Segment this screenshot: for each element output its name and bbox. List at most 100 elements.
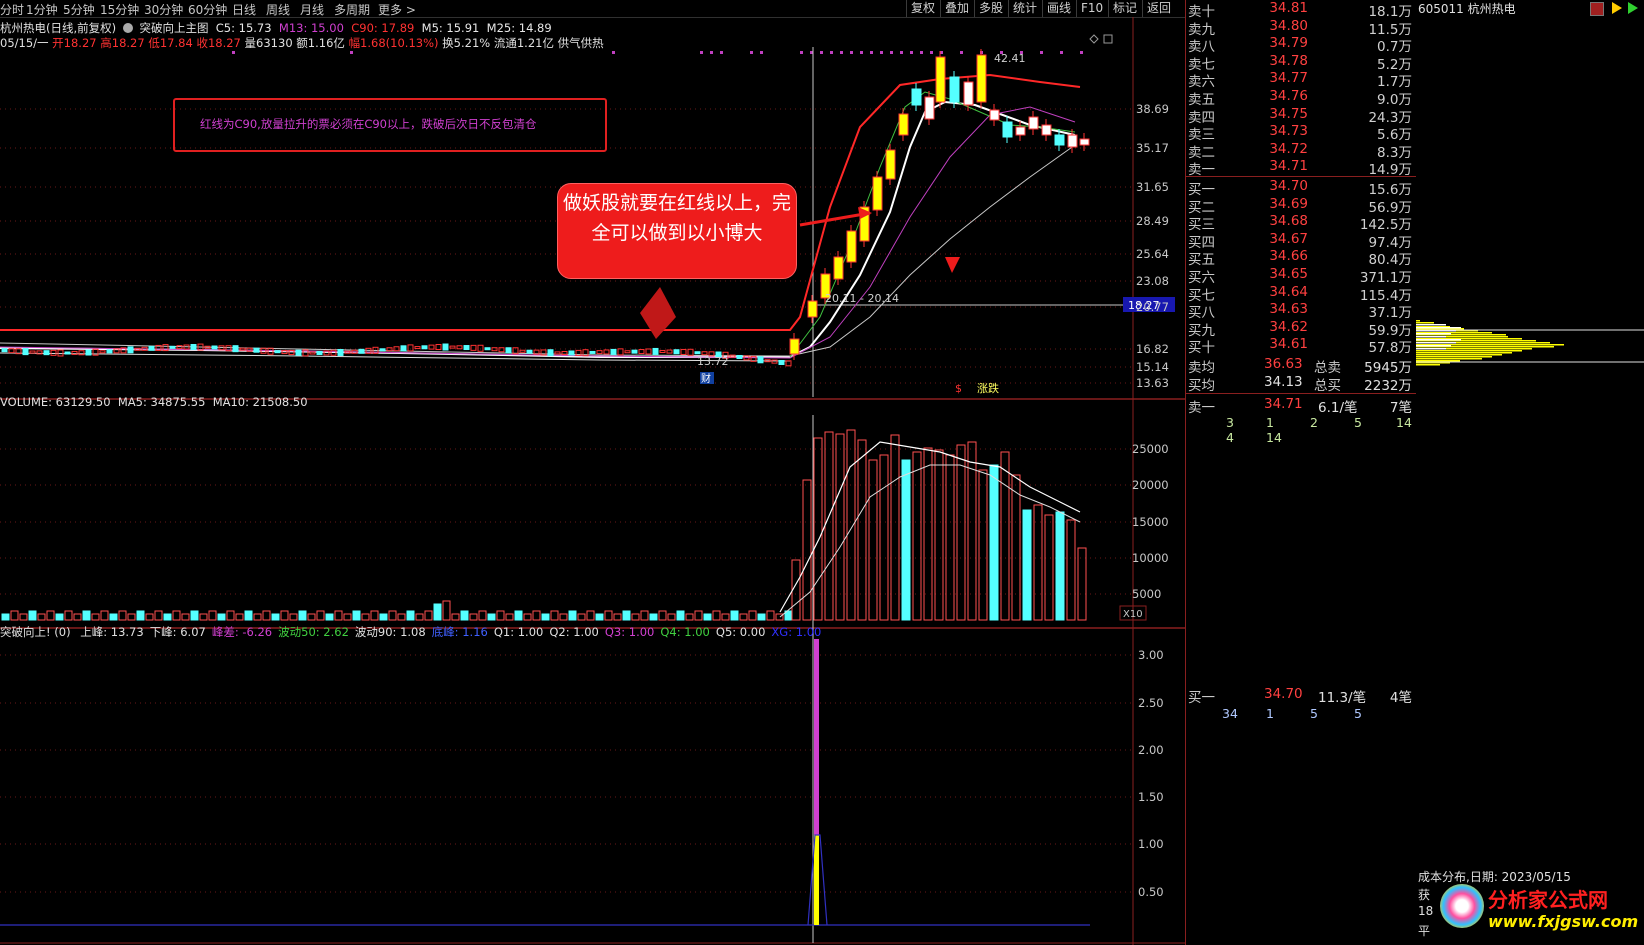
queue-number: 1 <box>1266 706 1274 721</box>
period-tab[interactable]: 15分钟 <box>100 1 139 18</box>
candle <box>106 349 113 354</box>
orderbook-row[interactable]: 卖十 34.81 18.1万 <box>1186 0 1416 20</box>
volume-bar <box>649 613 658 621</box>
y-tick-label: 31.65 <box>1136 180 1169 194</box>
volume-bar <box>857 439 867 621</box>
orderbook-row[interactable]: 买六 34.65 371.1万 <box>1186 266 1416 286</box>
candle <box>568 350 575 356</box>
orderbook-row[interactable]: 买五 34.66 80.4万 <box>1186 248 1416 268</box>
total-buy-value: 2232万 <box>1364 378 1412 394</box>
orderbook-row[interactable]: 买二 34.69 56.9万 <box>1186 196 1416 216</box>
mark-button[interactable]: 标记 <box>1108 0 1141 17</box>
period-tab[interactable]: 60分钟 <box>188 1 227 18</box>
queue-number: 5 <box>1310 706 1318 721</box>
buy1-detail-label: 买一 <box>1188 690 1215 706</box>
signal-dot <box>820 51 823 54</box>
volume-legend: VOLUME: 63129.50 MA5: 34875.55 MA10: 215… <box>0 395 308 409</box>
orderbook-volume: 57.8万 <box>1368 340 1412 357</box>
orderbook-row[interactable]: 卖二 34.72 8.3万 <box>1186 141 1416 161</box>
candle <box>337 348 344 356</box>
period-tab[interactable]: 日线 <box>232 1 256 18</box>
volume-bar <box>244 610 253 621</box>
orderbook-row[interactable]: 卖六 34.77 1.7万 <box>1186 70 1416 90</box>
volume-bar <box>802 479 812 621</box>
volume-bar <box>978 469 988 621</box>
f10-button[interactable]: F10 <box>1076 0 1107 17</box>
signal-dot <box>920 51 923 54</box>
more-periods-button[interactable]: 更多 > <box>378 1 416 18</box>
stats-button[interactable]: 统计 <box>1008 0 1041 17</box>
candle <box>1054 134 1065 146</box>
multi-stock-button[interactable]: 多股 <box>974 0 1007 17</box>
orderbook-row[interactable]: 卖七 34.78 5.2万 <box>1186 53 1416 73</box>
orderbook-row[interactable]: 卖五 34.76 9.0万 <box>1186 88 1416 108</box>
candle <box>603 349 610 355</box>
period-tab[interactable]: 30分钟 <box>144 1 183 18</box>
orderbook-row[interactable]: 卖四 34.75 24.3万 <box>1186 106 1416 126</box>
fin-mark[interactable]: 财 <box>701 372 711 385</box>
period-tab[interactable]: 5分钟 <box>63 1 95 18</box>
signal-dot <box>1040 51 1043 54</box>
y-tick-label: 5000 <box>1132 587 1161 601</box>
indicator-value: XG: 1.00 <box>771 625 822 639</box>
queue-number: 1 <box>1266 415 1274 430</box>
volume-bar <box>514 610 523 621</box>
volume-bar <box>73 613 82 621</box>
limit-mark[interactable]: 涨跌 <box>977 381 999 395</box>
volume-bar <box>460 610 469 621</box>
orderbook-row[interactable]: 卖九 34.80 11.5万 <box>1186 18 1416 38</box>
orderbook-row[interactable]: 买八 34.63 37.1万 <box>1186 301 1416 321</box>
dollar-mark[interactable]: $ <box>955 382 962 395</box>
back-button[interactable]: 返回 <box>1142 0 1175 17</box>
signal-dot <box>1060 51 1063 54</box>
high-price-label: 42.41 <box>994 52 1026 65</box>
candle <box>246 347 253 352</box>
vol-ma10: MA10: 21508.50 <box>212 395 308 409</box>
indicator-value: 波动50: 2.62 <box>278 625 349 639</box>
queue-number: 14 <box>1266 430 1282 445</box>
orderbook-row[interactable]: 买十 34.61 57.8万 <box>1186 336 1416 357</box>
kline-chart[interactable]: 财 $ 涨跌 42.41 13.72 20.11 - 20.14 18.27 3… <box>0 17 1185 945</box>
orderbook-row[interactable]: 买四 34.67 97.4万 <box>1186 230 1416 251</box>
crosshair-price-box: 20.11 - 20.14 <box>825 292 899 305</box>
y-tick-label: 2.00 <box>1138 743 1164 757</box>
orderbook-row[interactable]: 卖一 34.71 14.9万 <box>1186 158 1416 178</box>
sell1-detail-per: 6.1/笔 <box>1318 400 1358 416</box>
total-sell-value: 5945万 <box>1364 360 1412 376</box>
orderbook-row[interactable]: 卖三 34.73 5.6万 <box>1186 123 1416 143</box>
signal-dot <box>890 51 893 54</box>
volume-y-axis: 25000 20000 15000 10000 5000 <box>1132 442 1169 601</box>
volume-bar <box>577 613 586 621</box>
window-icon[interactable] <box>1103 34 1113 44</box>
period-tab[interactable]: 分时 <box>0 1 24 18</box>
draw-line-button[interactable]: 画线 <box>1042 0 1075 17</box>
period-tab[interactable]: 1分钟 <box>26 1 58 18</box>
period-tab[interactable]: 周线 <box>266 1 290 18</box>
candle <box>253 347 260 353</box>
candle <box>911 88 922 106</box>
candle <box>358 348 365 354</box>
candle <box>617 348 624 356</box>
signal-dot <box>1080 51 1083 54</box>
candle <box>935 56 946 103</box>
signal-dot <box>232 51 235 54</box>
orderbook-row[interactable]: 买九 34.62 59.9万 <box>1186 319 1416 339</box>
diamond-icon[interactable] <box>1089 34 1099 44</box>
orderbook-level: 买十 <box>1188 340 1215 357</box>
period-tab[interactable]: 月线 <box>300 1 324 18</box>
overlay-button[interactable]: 叠加 <box>940 0 973 17</box>
orderbook-divider <box>1186 176 1416 177</box>
volume-bar <box>388 610 397 621</box>
orderbook-row[interactable]: 买三 34.68 142.5万 <box>1186 213 1416 233</box>
candle <box>771 359 778 364</box>
volume-bar <box>846 429 856 621</box>
volume-bar <box>1011 474 1021 621</box>
orderbook-price: 34.67 <box>1269 230 1308 247</box>
restore-rights-button[interactable]: 复权 <box>906 0 939 17</box>
orderbook-row[interactable]: 卖八 34.79 0.7万 <box>1186 35 1416 55</box>
orderbook-row[interactable]: 买七 34.64 115.4万 <box>1186 284 1416 304</box>
orderbook-row[interactable]: 买一 34.70 15.6万 <box>1186 178 1416 198</box>
period-tab[interactable]: 多周期 <box>334 1 370 18</box>
candle <box>85 349 92 356</box>
volume-unit: X10 <box>1123 609 1143 620</box>
